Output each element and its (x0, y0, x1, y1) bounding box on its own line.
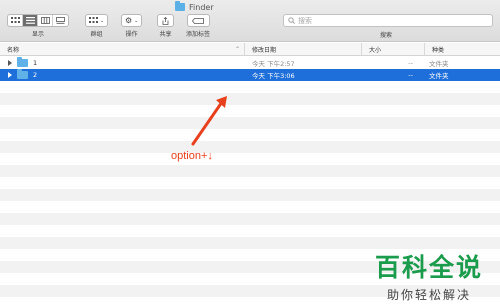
gallery-view-icon (56, 17, 65, 24)
action-button[interactable]: ⚙ ⌄ (121, 14, 143, 27)
action-label: 操作 (125, 31, 138, 38)
tag-icon (192, 17, 204, 24)
column-size[interactable]: 大小 (362, 43, 425, 55)
column-date[interactable]: 修改日期 (245, 43, 362, 55)
column-kind[interactable]: 种类 (425, 43, 500, 55)
sort-arrow-icon: ⌃ (234, 45, 240, 53)
gear-icon: ⚙ (125, 16, 133, 25)
column-view-icon (40, 17, 50, 24)
tag-label: 添加标签 (186, 31, 211, 38)
view-mode-control (7, 14, 69, 27)
disclosure-triangle-icon[interactable] (8, 60, 12, 66)
group-label: 群组 (90, 31, 103, 38)
view-group: 显示 (7, 14, 69, 38)
row-kind: 文件夹 (429, 60, 449, 68)
table-row-selected[interactable]: 2 今天 下午3:06 -- 文件夹 (0, 69, 500, 81)
grid-icon (89, 17, 98, 23)
folder-icon (17, 69, 28, 79)
column-name[interactable]: 名称 ⌃ (0, 43, 245, 55)
column-date-label: 修改日期 (252, 46, 277, 54)
row-name: 1 (33, 59, 38, 67)
disclosure-triangle-icon[interactable] (8, 72, 12, 78)
gallery-view-button[interactable] (53, 15, 68, 26)
search-input[interactable]: 搜索 (283, 14, 493, 27)
window-title-text: Finder (189, 2, 214, 12)
folder-icon (175, 1, 185, 11)
group-button[interactable]: ⌄ (85, 14, 109, 27)
search-placeholder: 搜索 (298, 16, 312, 25)
folder-icon (17, 57, 28, 67)
column-size-label: 大小 (369, 46, 382, 54)
row-kind: 文件夹 (429, 72, 449, 80)
group-group: ⌄ 群组 (85, 14, 109, 38)
share-button[interactable] (157, 14, 174, 27)
row-name: 2 (33, 71, 38, 79)
annotation-text: option+↓ (171, 150, 213, 162)
tag-group: 添加标签 (186, 14, 210, 38)
window-title: Finder (175, 1, 214, 12)
annotation-arrow-icon (191, 96, 227, 146)
list-view-button[interactable] (23, 15, 38, 26)
row-size: -- (408, 59, 413, 67)
table-row[interactable]: 1 今天 下午2:57 -- 文件夹 (0, 57, 500, 69)
icon-view-icon (10, 17, 20, 23)
chevron-down-icon: ⌄ (100, 17, 105, 24)
share-group: 共享 (157, 14, 174, 38)
search-icon (288, 17, 295, 24)
list-view-icon (25, 17, 35, 24)
column-header: 名称 ⌃ 修改日期 大小 种类 (0, 43, 500, 56)
watermark-subtitle: 助你轻松解决 (387, 288, 472, 302)
add-tag-button[interactable] (186, 14, 210, 27)
column-name-label: 名称 (7, 46, 20, 54)
row-size: -- (408, 71, 413, 79)
row-name-cell: 1 (0, 57, 245, 67)
share-label: 共享 (159, 31, 172, 38)
chevron-down-icon: ⌄ (134, 17, 139, 24)
search-label: 搜索 (380, 32, 393, 39)
view-label: 显示 (31, 31, 44, 38)
toolbar: Finder 显示 ⌄ 群组 ⚙ ⌄ 操作 共享 添加标签 搜索 搜索 (0, 0, 500, 42)
row-name-cell: 2 (0, 69, 245, 79)
icon-view-button[interactable] (8, 15, 23, 26)
action-group: ⚙ ⌄ 操作 (121, 14, 143, 38)
watermark-title: 百科全说 (375, 253, 484, 282)
file-list: 1 今天 下午2:57 -- 文件夹 2 今天 下午3:06 -- 文件夹 (0, 57, 500, 81)
row-date: 今天 下午2:57 (252, 60, 295, 68)
column-view-button[interactable] (38, 15, 53, 26)
watermark-logo: 百科全说 助你轻松解决 (375, 248, 483, 303)
row-date: 今天 下午3:06 (252, 72, 295, 80)
column-kind-label: 种类 (432, 46, 445, 54)
share-icon (162, 16, 169, 25)
